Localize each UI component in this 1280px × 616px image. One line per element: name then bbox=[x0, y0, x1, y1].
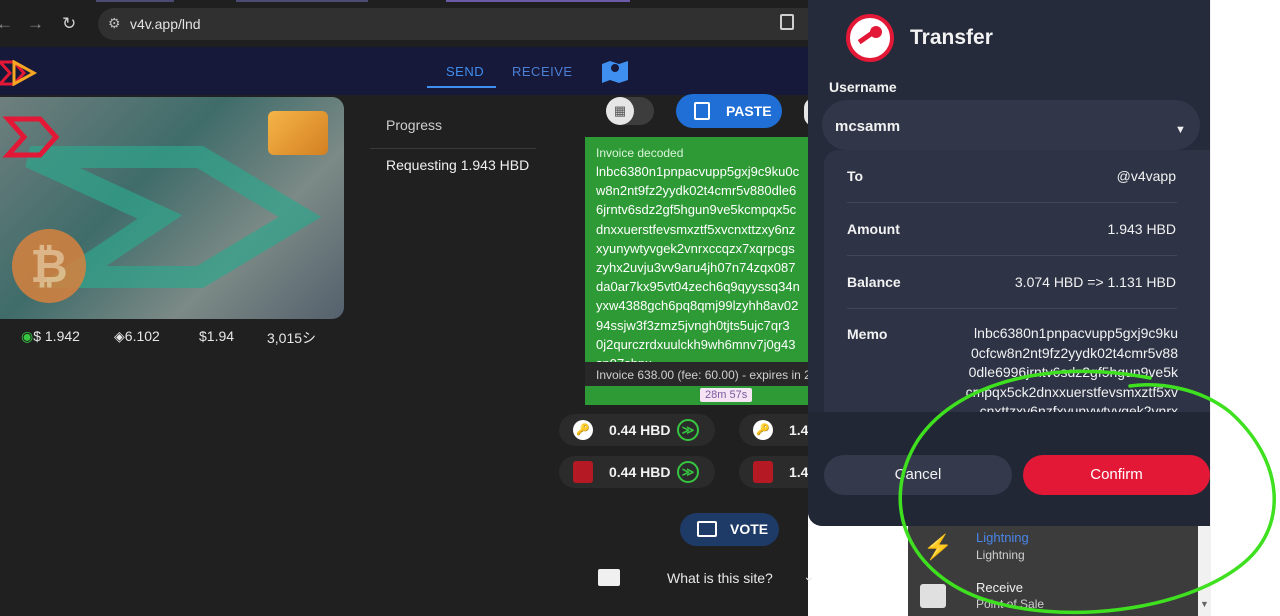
clipboard-icon bbox=[694, 102, 710, 120]
confirm-button[interactable]: Confirm bbox=[1023, 455, 1210, 495]
screenshot: ← → ↻ ⚙ v4v.app/lnd SEND RECEIVE ₿ ◉$ 1.… bbox=[0, 0, 1280, 616]
to-value: @v4vapp bbox=[1116, 168, 1176, 184]
menu-item-lightning-sub: Lightning bbox=[976, 548, 1025, 562]
tab-send-indicator bbox=[427, 86, 496, 88]
menu-item-lightning[interactable]: Lightning bbox=[976, 530, 1029, 545]
v4v-logo-icon[interactable] bbox=[0, 60, 40, 86]
transfer-details: To @v4vapp Amount 1.943 HBD Balance 3.07… bbox=[824, 150, 1210, 412]
pay-option-amount: 1.4 bbox=[789, 464, 809, 480]
progress-status: Requesting 1.943 HBD bbox=[386, 157, 530, 173]
dropdown-arrow-icon[interactable]: ▼ bbox=[1175, 124, 1186, 136]
vote-label: VOTE bbox=[730, 521, 769, 537]
balance-usd: $1.94 bbox=[199, 328, 235, 344]
menu-item-receive[interactable]: Receive bbox=[976, 580, 1023, 595]
menu-item-receive-sub: Point of Sale bbox=[976, 597, 1045, 611]
progress-label: Progress bbox=[386, 117, 443, 133]
divider bbox=[847, 202, 1177, 203]
paste-button[interactable]: PASTE bbox=[676, 94, 782, 128]
progress-divider bbox=[370, 148, 536, 149]
tab-strip-edge bbox=[446, 0, 630, 2]
vote-button[interactable]: VOTE bbox=[680, 513, 779, 546]
invoice-summary: Invoice 638.00 (fee: 60.00) - expires in… bbox=[585, 362, 808, 386]
key-icon bbox=[857, 26, 882, 45]
invoice-title: Invoice decoded bbox=[596, 146, 684, 160]
hbd-icon: ≫ bbox=[677, 461, 699, 483]
hive-keychain-logo-icon bbox=[846, 14, 894, 62]
app-header bbox=[0, 47, 808, 95]
map-icon[interactable] bbox=[601, 59, 629, 83]
paste-label: PASTE bbox=[726, 103, 772, 119]
hive-keychain-icon: 🔑 bbox=[753, 420, 773, 440]
dialog-title: Transfer bbox=[910, 26, 993, 49]
tab-receive[interactable]: RECEIVE bbox=[512, 64, 573, 79]
cancel-button[interactable]: Cancel bbox=[824, 455, 1012, 495]
balance-hive: ◈6.102 bbox=[114, 328, 160, 344]
tab-strip-edge bbox=[236, 0, 368, 2]
lightning-icon: ⚡ bbox=[923, 534, 953, 561]
hive-icon: ◈ bbox=[114, 328, 125, 344]
hive-keychain-icon: 🔑 bbox=[573, 420, 593, 440]
pay-option-hive-signer-2[interactable]: 1.4 bbox=[739, 456, 808, 488]
url-text: v4v.app/lnd bbox=[130, 16, 201, 32]
invoice-string: lnbc6380n1pnpacvupp5gxj9c9ku0c w8n2nt9fz… bbox=[596, 164, 800, 362]
faq-question[interactable]: What is this site? bbox=[667, 570, 773, 586]
hbd-icon: ≫ bbox=[677, 419, 699, 441]
balance-value: 3.074 HBD => 1.131 HBD bbox=[1014, 274, 1176, 290]
invoice-expiry-bar bbox=[585, 386, 808, 405]
balance-sats: 3,015シ bbox=[267, 330, 317, 346]
memo-value[interactable]: lnbc6380n1pnpacvupp5gxj9c9ku 0cfcw8n2nt9… bbox=[954, 324, 1178, 412]
to-label: To bbox=[847, 168, 864, 184]
cash-register-icon bbox=[920, 584, 946, 608]
pay-option-amount: 1.4 bbox=[789, 422, 809, 438]
chat-icon bbox=[598, 569, 620, 586]
pay-option-hive-keychain-2[interactable]: 🔑 1.4 bbox=[739, 414, 808, 446]
tab-strip-edge bbox=[96, 0, 174, 2]
pay-option-hive-signer[interactable]: 0.44 HBD ≫ bbox=[559, 456, 715, 488]
v4v-card-image: ₿ bbox=[0, 97, 344, 319]
back-icon[interactable]: ← bbox=[0, 14, 13, 34]
scroll-down-icon[interactable]: ▼ bbox=[1198, 599, 1211, 609]
tab-send[interactable]: SEND bbox=[446, 64, 484, 79]
balance-hbd: ◉$ 1.942 bbox=[21, 328, 80, 344]
invoice-timer: 28m 57s bbox=[700, 388, 753, 402]
memo-label: Memo bbox=[847, 326, 888, 342]
divider bbox=[847, 308, 1177, 309]
qr-code-icon[interactable]: ▦ bbox=[606, 97, 634, 125]
ballot-box-icon bbox=[697, 521, 717, 537]
clipboard-icon[interactable] bbox=[780, 14, 794, 30]
amount-label: Amount bbox=[847, 221, 900, 237]
hivesigner-icon bbox=[573, 461, 593, 483]
address-bar[interactable]: ⚙ v4v.app/lnd bbox=[98, 8, 808, 40]
bitcoin-coin-icon: ₿ bbox=[12, 229, 86, 303]
username-value: mcsamm bbox=[835, 118, 901, 135]
reload-icon[interactable]: ↻ bbox=[62, 14, 76, 34]
pay-option-amount: 0.44 HBD bbox=[609, 464, 671, 480]
card-chip bbox=[268, 111, 328, 155]
site-settings-icon[interactable]: ⚙ bbox=[108, 15, 121, 32]
chevron-down-icon[interactable]: ⌄ bbox=[803, 568, 815, 585]
transfer-dialog: Transfer Username mcsamm ▼ To @v4vapp Am… bbox=[808, 0, 1210, 526]
amount-value: 1.943 HBD bbox=[1107, 221, 1176, 237]
forward-icon[interactable]: → bbox=[27, 14, 44, 34]
hbd-icon: ◉ bbox=[21, 328, 34, 344]
invoice-decoded-panel: Invoice decoded lnbc6380n1pnpacvupp5gxj9… bbox=[585, 137, 808, 362]
browser-toolbar: ← → ↻ ⚙ v4v.app/lnd bbox=[0, 0, 808, 47]
divider bbox=[847, 255, 1177, 256]
balance-label: Balance bbox=[847, 274, 901, 290]
pay-option-hive-keychain[interactable]: 🔑 0.44 HBD ≫ bbox=[559, 414, 715, 446]
pay-option-amount: 0.44 HBD bbox=[609, 422, 671, 438]
username-label: Username bbox=[829, 79, 897, 95]
hivesigner-icon bbox=[753, 461, 773, 483]
